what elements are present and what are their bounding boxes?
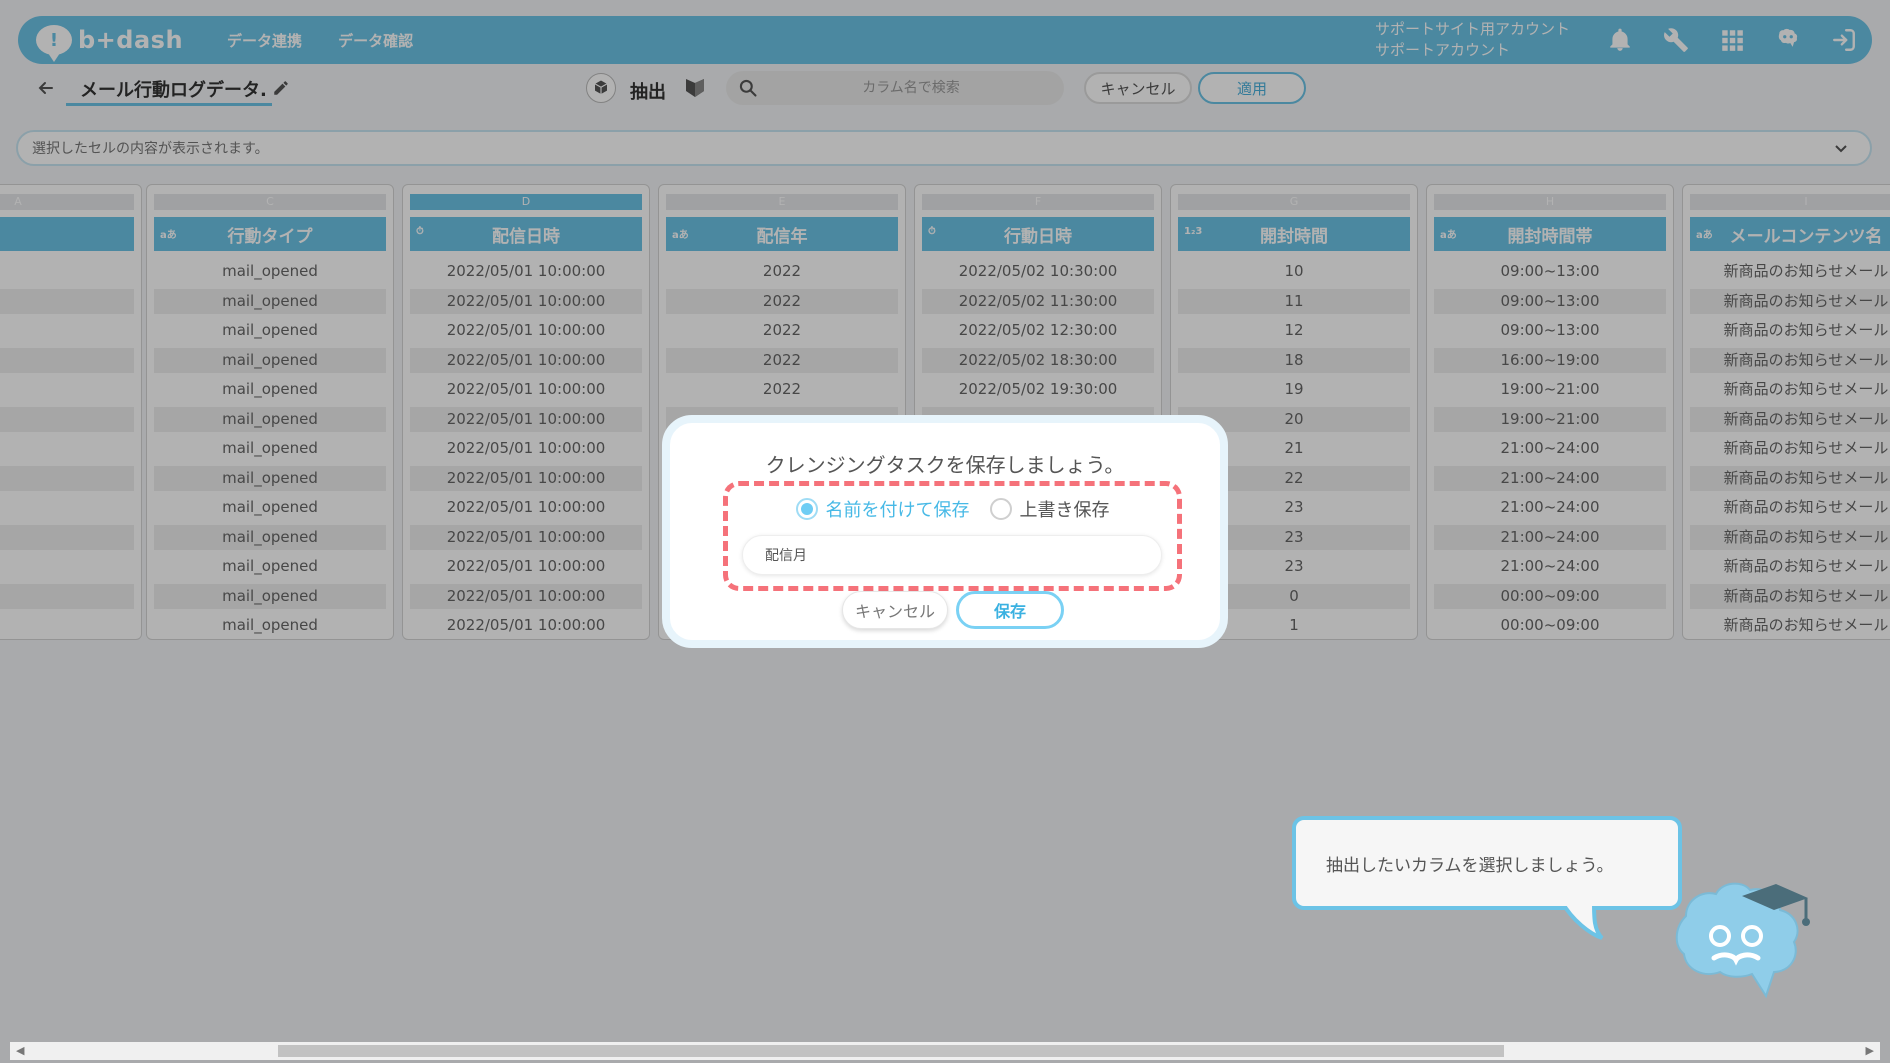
scroll-left-arrow-icon[interactable]: ◀ [16,1044,24,1057]
radio-dot[interactable] [989,498,1012,520]
save-mode-radio-group: 名前を付けて保存 上書き保存 [728,496,1177,522]
save-task-dialog: クレンジングタスクを保存しましょう。 名前を付けて保存 上書き保存 キャンセル … [662,415,1228,648]
radio-save-as[interactable]: 名前を付けて保存 [795,496,970,522]
dialog-cancel-button[interactable]: キャンセル [842,591,948,629]
radio-overwrite[interactable]: 上書き保存 [989,496,1110,522]
guide-speech-bubble: 抽出したいカラムを選択しましょう。 [1292,816,1682,910]
radio-overwrite-label: 上書き保存 [1019,500,1110,521]
dialog-save-button[interactable]: 保存 [956,591,1064,629]
dialog-title: クレンジングタスクを保存しましょう。 [765,453,1125,477]
brain-mascot-icon[interactable] [1666,876,1818,1016]
scroll-right-arrow-icon[interactable]: ▶ [1866,1044,1874,1057]
task-name-input[interactable] [742,535,1162,575]
radio-save-as-label: 名前を付けて保存 [825,500,970,521]
highlight-dashed-box: 名前を付けて保存 上書き保存 [723,481,1182,591]
speech-bubble-tail [1560,900,1604,940]
radio-dot-selected[interactable] [795,498,818,520]
scrollbar-thumb[interactable] [278,1045,1504,1057]
horizontal-scrollbar[interactable]: ◀ ▶ [10,1042,1880,1060]
guide-message: 抽出したいカラムを選択しましょう。 [1326,855,1614,876]
